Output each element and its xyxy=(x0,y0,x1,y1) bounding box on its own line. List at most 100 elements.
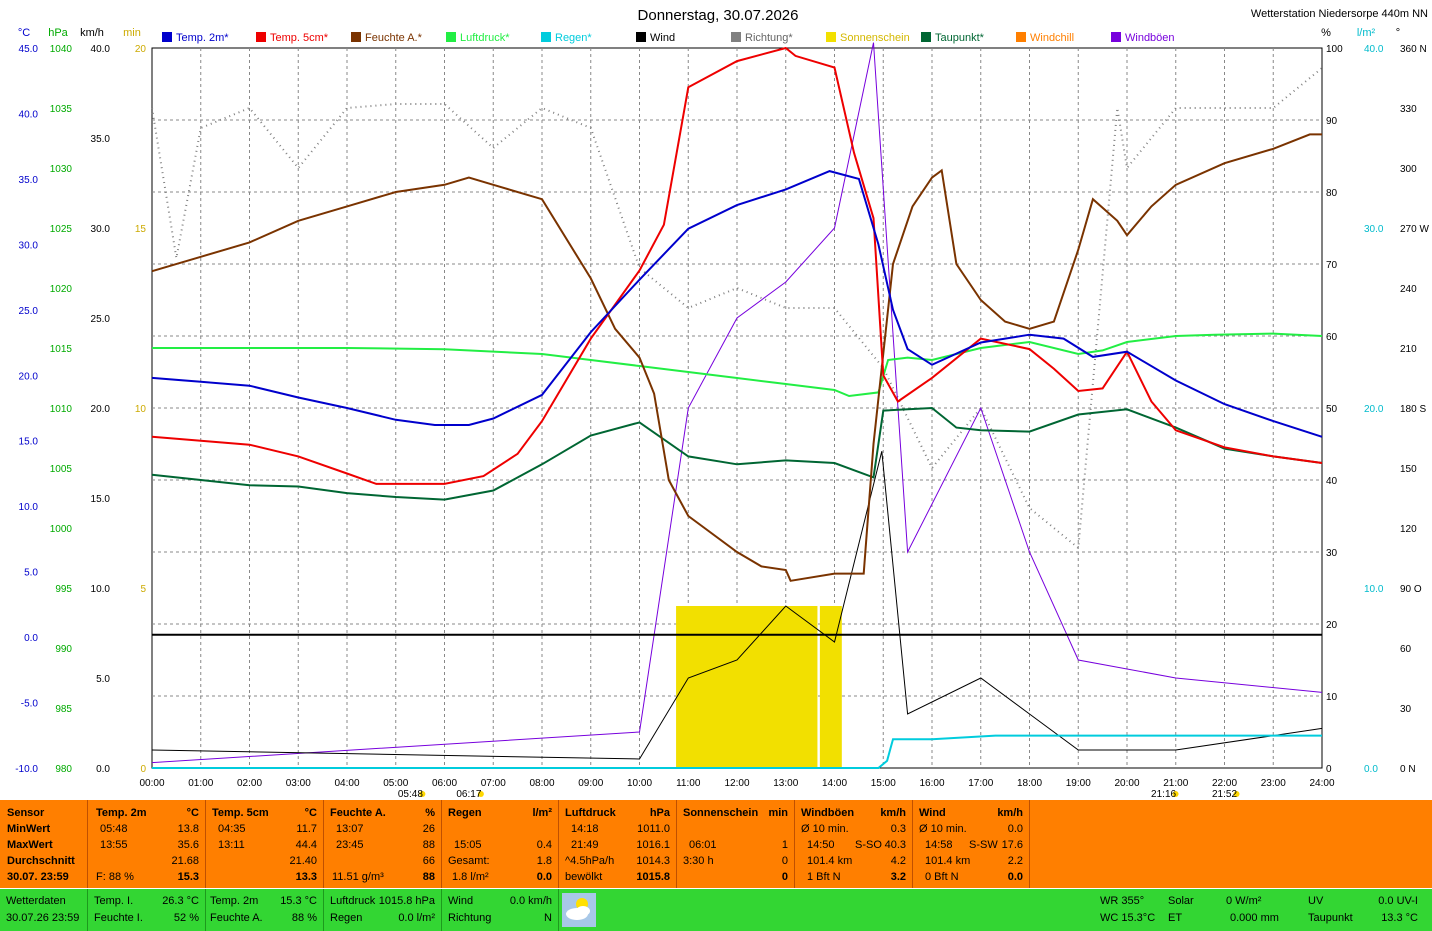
axis-tick-label: 5.0 xyxy=(24,568,38,579)
feuchte-max-time: 23:45 xyxy=(336,839,364,851)
summary-wind: Wind km/h Ø 10 min. 0.0 14:58 S-SW 17.6 … xyxy=(913,800,1030,888)
axis-tick-label: 70 xyxy=(1326,260,1338,271)
sensor-max: MaxWert xyxy=(7,839,53,851)
unit-rain: l/m² xyxy=(1357,27,1376,39)
summary-sensor: Sensor MinWert MaxWert Durchschnitt 30.0… xyxy=(0,800,88,888)
x-tick-label: 24:00 xyxy=(1309,778,1334,789)
solar-value: 0 W/m² xyxy=(1226,895,1262,907)
axis-tick-label: 980 xyxy=(55,764,72,775)
x-tick-label: 10:00 xyxy=(627,778,652,789)
x-tick-label: 14:00 xyxy=(822,778,847,789)
x-tick-label: 12:00 xyxy=(724,778,749,789)
luftdruck-trend-label: ^4.5hPa/h xyxy=(565,855,615,867)
bottom-indoor: Temp. I. 26.3 °C Feuchte I. 52 % xyxy=(88,889,206,931)
wind-title: Wind xyxy=(919,807,946,819)
luftdruck-unit: hPa xyxy=(649,807,670,819)
windboeen-max-time: 14:50 xyxy=(807,839,835,851)
axis-tick-label: 30.0 xyxy=(19,240,39,251)
temp2m-unit: °C xyxy=(186,807,199,819)
axis-tick-label: 10 xyxy=(135,404,147,415)
axis-tick-label: 1020 xyxy=(50,284,73,295)
legend-item: Wind xyxy=(650,32,675,44)
legend-item: Temp. 2m* xyxy=(176,32,229,44)
unit-kmh: km/h xyxy=(80,27,104,39)
axis-tick-label: 360 N xyxy=(1400,44,1427,55)
luftdruck-current: 1015.8 xyxy=(636,871,670,883)
x-tick-label: 00:00 xyxy=(139,778,164,789)
cloud-sun-icon xyxy=(562,893,596,927)
axis-tick-label: 20.0 xyxy=(91,404,111,415)
et-label: ET xyxy=(1168,912,1183,924)
temp2m-title: Temp. 2m xyxy=(96,807,147,819)
axis-tick-label: 35.0 xyxy=(19,175,39,186)
temp5cm-min-val: 11.7 xyxy=(296,823,317,835)
axis-tick-label: 1040 xyxy=(50,44,73,55)
sensor-min: MinWert xyxy=(7,823,51,835)
summary-luftdruck: Luftdruck hPa 14:18 1011.0 21:49 1016.1 … xyxy=(559,800,677,888)
axis-tick-label: 0 N xyxy=(1400,764,1416,775)
x-tick-label: 23:00 xyxy=(1261,778,1286,789)
feuchte-title: Feuchte A. xyxy=(330,807,386,819)
feuchte-abs: 11.51 g/m³ xyxy=(332,871,384,883)
axis-tick-label: 60 xyxy=(1400,644,1412,655)
luftdruck-value: 1015.8 hPa xyxy=(378,895,435,907)
sonne-r2-time: 3:30 h xyxy=(683,855,714,867)
axis-tick-label: 10.0 xyxy=(1364,584,1384,595)
axis-tick-label: 1035 xyxy=(50,104,73,115)
summary-regen: Regen l/m² 15:05 0.4 Gesamt: 1.8 1.8 l/m… xyxy=(442,800,559,888)
windboeen-avg-label: Ø 10 min. xyxy=(801,823,849,835)
wind-value: 0.0 km/h xyxy=(509,895,552,907)
wind-bft: 0 Bft N xyxy=(925,871,959,883)
feuchte-i-label: Feuchte I. xyxy=(94,912,143,924)
legend-item: Regen* xyxy=(555,32,592,44)
x-tick-label: 08:00 xyxy=(529,778,554,789)
legend-item: Richtung* xyxy=(745,32,793,44)
x-tick-label: 03:00 xyxy=(286,778,311,789)
solar-label: Solar xyxy=(1168,895,1194,907)
axis-tick-label: 100 xyxy=(1326,44,1343,55)
temp2m-current: 15.3 xyxy=(177,871,199,883)
legend-item: Luftdruck* xyxy=(460,32,510,44)
summary-temp2m: Temp. 2m °C 05:48 13.8 13:55 35.6 21.68 … xyxy=(88,800,206,888)
regen-r2-val: 1.8 xyxy=(536,855,552,867)
windboeen-max-val: 40.3 xyxy=(884,839,906,851)
sunshine-bar xyxy=(819,606,842,768)
luftdruck-weather: bewölkt xyxy=(565,871,603,883)
axis-tick-label: 5.0 xyxy=(96,674,110,685)
sonne-unit: min xyxy=(768,807,788,819)
axis-tick-label: 20.0 xyxy=(19,371,39,382)
axis-tick-label: 30.0 xyxy=(91,224,111,235)
temp5cm-min-time: 04:35 xyxy=(218,823,246,835)
feuchte-a-label: Feuchte A. xyxy=(210,912,263,924)
regen-last: 1.8 l/m² xyxy=(452,871,489,883)
sonne-title: Sonnenschein xyxy=(683,807,759,819)
unit-degree: ° xyxy=(1396,27,1400,39)
feuchte-i-value: 52 % xyxy=(173,912,199,924)
unit-percent: % xyxy=(1321,27,1331,39)
axis-tick-label: 15.0 xyxy=(19,437,39,448)
uv-value: 0.0 UV-I xyxy=(1378,895,1418,907)
axis-tick-label: 300 xyxy=(1400,164,1417,175)
bottom-pressure: Luftdruck 1015.8 hPa Regen 0.0 l/m² xyxy=(324,889,442,931)
axis-tick-label: 40.0 xyxy=(19,109,39,120)
axis-tick-label: 150 xyxy=(1400,464,1417,475)
temp5cm-current: 13.3 xyxy=(295,871,317,883)
axis-tick-label: -5.0 xyxy=(21,699,39,710)
axis-tick-label: 40.0 xyxy=(91,44,111,55)
legend-swatch xyxy=(826,32,836,42)
wind-km: 101.4 km xyxy=(925,855,971,867)
regen-value: 0.0 l/m² xyxy=(398,912,435,924)
legend-item: Taupunkt* xyxy=(935,32,985,44)
x-tick-label: 15:00 xyxy=(871,778,896,789)
sonne-r1-val: 1 xyxy=(781,839,788,851)
sunshine-bar xyxy=(676,606,818,768)
axis-tick-label: 0.0 xyxy=(24,633,38,644)
axis-tick-label: 240 xyxy=(1400,284,1417,295)
axis-tick-label: 40 xyxy=(1326,476,1338,487)
wind-max-time: 14:58 xyxy=(925,839,953,851)
luftdruck-min-time: 14:18 xyxy=(571,823,599,835)
axis-tick-label: 270 W xyxy=(1400,224,1429,235)
legend-swatch xyxy=(636,32,646,42)
sonne-r2-val: 0 xyxy=(781,855,788,867)
axis-tick-label: 990 xyxy=(55,644,72,655)
